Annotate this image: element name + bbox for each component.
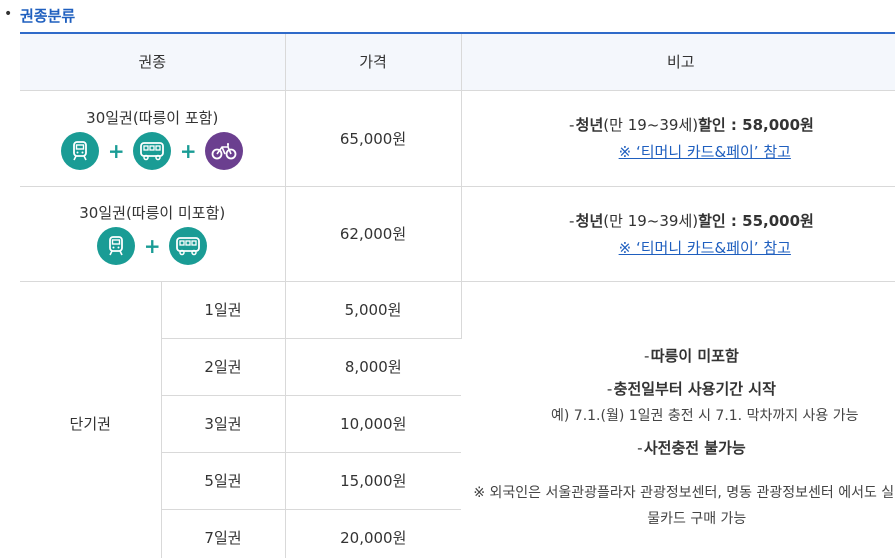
pass-name: 30일권(따릉이 포함) [86,108,219,127]
table-row: 30일권(따릉이 미포함) + 62,000원 -청년(만 19~39세)할인 … [20,186,895,282]
days-cell: 1일권 [161,281,286,339]
note-usage-start: -충전일부터 사용기간 시작 [606,380,776,398]
price-cell: 62,000원 [285,186,462,282]
price-cell: 15,000원 [285,452,462,510]
remarks-cell: -청년(만 19~39세)할인 : 55,000원 ※ ‘티머니 카드&페이’ … [461,186,895,282]
header-remarks: 비고 [461,33,895,91]
header-price: 가격 [285,33,462,91]
pass-cell: 30일권(따릉이 포함) + + [20,90,286,187]
price-cell: 8,000원 [285,338,462,396]
bus-icon [133,131,172,170]
price-cell: 20,000원 [285,509,462,558]
fare-table: 권종 가격 비고 30일권(따릉이 포함) + + 65,000원 -청년(만 … [20,32,895,558]
note-no-bike: -따릉이 미포함 [644,347,739,365]
foreigner-purchase-note: ※ 외국인은 서울관광플라자 관광정보센터, 명동 관광정보센터 에서도 실물카… [473,485,895,527]
bus-icon [169,227,208,265]
table-row: 단기권 1일권 5,000원 -따릉이 미포함 -충전일부터 사용기간 시작 예… [20,281,895,558]
days-cell: 7일권 [161,509,286,558]
note-usage-example: 예) 7.1.(월) 1일권 충전 시 7.1. 막차까지 사용 가능 [551,408,859,424]
header-ticket-type: 권종 [20,33,286,91]
note-no-precharge: -사전충전 불가능 [637,439,746,457]
price-cell: 10,000원 [285,395,462,453]
days-cell: 2일권 [161,338,286,396]
subway-icon [97,227,136,265]
days-cell: 3일권 [161,395,286,453]
subway-icon [61,131,100,170]
bullet-marker: • [4,6,13,22]
transport-icons: + + [20,131,285,170]
tmoney-reference-link[interactable]: ※ ‘티머니 카드&페이’ 참고 [619,141,791,162]
table-header-row: 권종 가격 비고 [20,33,895,91]
short-term-category: 단기권 [20,281,162,558]
days-cell: 5일권 [161,452,286,510]
bicycle-icon [205,131,244,170]
short-term-remarks: -따릉이 미포함 -충전일부터 사용기간 시작 예) 7.1.(월) 1일권 충… [461,281,895,558]
remarks-cell: -청년(만 19~39세)할인 : 58,000원 ※ ‘티머니 카드&페이’ … [461,90,895,187]
youth-discount-line: -청년(만 19~39세)할인 : 58,000원 [568,116,814,134]
price-cell: 65,000원 [285,90,462,187]
plus-sign: + [143,234,161,258]
section-header: • 권종분류 [0,0,895,34]
youth-discount-line: -청년(만 19~39세)할인 : 55,000원 [568,211,814,230]
pass-name: 30일권(따릉이 미포함) [79,204,226,222]
transport-icons: + [20,227,285,265]
price-cell: 5,000원 [285,281,462,339]
plus-sign: + [179,138,197,163]
tmoney-reference-link[interactable]: ※ ‘티머니 카드&페이’ 참고 [619,237,791,258]
pass-cell: 30일권(따릉이 미포함) + [20,186,286,282]
table-row: 30일권(따릉이 포함) + + 65,000원 -청년(만 19~39세)할인… [20,90,895,187]
plus-sign: + [107,138,125,163]
section-title: 권종분류 [20,7,76,25]
